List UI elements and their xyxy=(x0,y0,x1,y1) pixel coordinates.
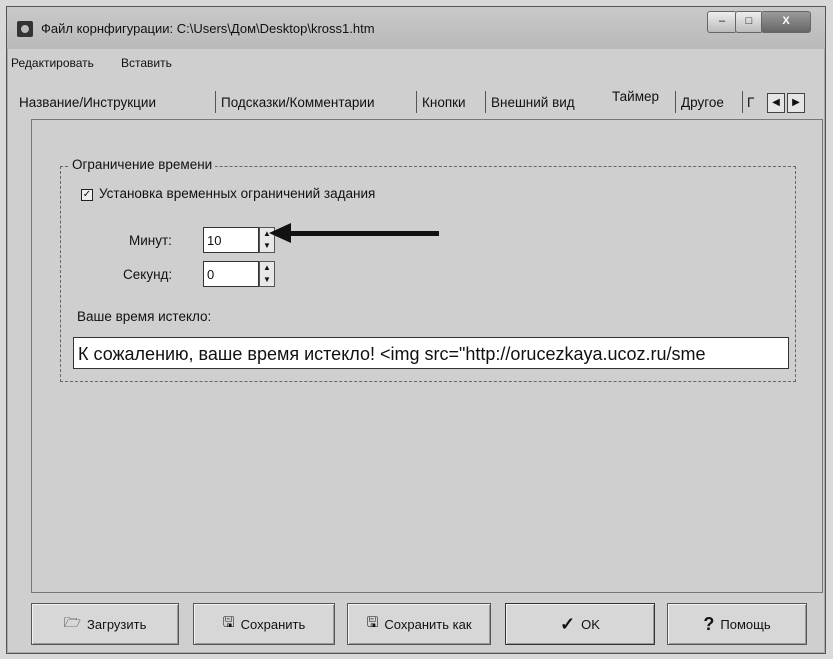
tab-divider xyxy=(675,91,676,113)
group-title: Ограничение времени xyxy=(69,157,216,172)
pointer-arrow-shaft xyxy=(287,231,439,236)
checkmark-icon: ✓ xyxy=(560,613,576,634)
menu-edit[interactable]: Редактировать xyxy=(11,56,94,70)
tab-scroll-right-icon[interactable]: ▶ xyxy=(787,93,805,113)
time-limit-checkbox-label: Установка временных ограничений задания xyxy=(99,186,376,201)
ok-button[interactable]: ✓ OK xyxy=(505,603,655,645)
maximize-button[interactable]: □ xyxy=(735,11,763,33)
minutes-label: Минут: xyxy=(129,233,172,248)
close-button[interactable]: X xyxy=(761,11,811,33)
expired-message-input[interactable]: К сожалению, ваше время истекло! <img sr… xyxy=(73,337,789,369)
ok-button-label: OK xyxy=(581,616,600,632)
tab-divider xyxy=(485,91,486,113)
expired-label: Ваше время истекло: xyxy=(77,309,212,324)
seconds-label: Секунд: xyxy=(123,267,173,282)
folder-open-icon: 🗁 xyxy=(63,614,81,630)
save-as-button[interactable]: 🖫 Сохранить как xyxy=(347,603,491,645)
window-title: Файл корнфигурации: C:\Users\Дом\Desktop… xyxy=(41,21,375,36)
app-icon xyxy=(17,21,33,37)
tab-title-instructions[interactable]: Название/Инструкции xyxy=(17,95,158,110)
tab-divider xyxy=(215,91,216,113)
config-window: Файл корнфигурации: C:\Users\Дом\Desktop… xyxy=(6,6,826,654)
help-button[interactable]: ? Помощь xyxy=(667,603,807,645)
tab-scroll-left-icon[interactable]: ◀ xyxy=(767,93,785,113)
seconds-spinner[interactable]: ▲ ▼ xyxy=(259,261,275,287)
tab-partial[interactable]: Г xyxy=(745,95,756,110)
question-icon: ? xyxy=(703,613,715,634)
load-button[interactable]: 🗁 Загрузить xyxy=(31,603,179,645)
time-limit-checkbox[interactable]: ✓ xyxy=(81,189,93,201)
save-button[interactable]: 🖫 Сохранить xyxy=(193,603,335,645)
menu-bar: Редактировать Вставить xyxy=(7,51,825,73)
tab-bar: Название/Инструкции Подсказки/Комментари… xyxy=(7,87,825,117)
seconds-input[interactable]: 0 xyxy=(203,261,259,287)
tab-buttons[interactable]: Кнопки xyxy=(420,95,468,110)
tab-divider xyxy=(742,91,743,113)
minutes-input[interactable]: 10 xyxy=(203,227,259,253)
minimize-button[interactable]: – xyxy=(707,11,737,33)
tab-timer[interactable]: Таймер xyxy=(610,89,661,104)
load-button-label: Загрузить xyxy=(87,616,147,632)
tab-divider xyxy=(416,91,417,113)
floppy-icon: 🖫 xyxy=(222,614,235,630)
timer-panel: Ограничение времени ✓ Установка временны… xyxy=(31,119,823,593)
save-as-button-label: Сохранить как xyxy=(384,616,472,632)
tab-hints-comments[interactable]: Подсказки/Комментарии xyxy=(219,95,377,110)
floppy-multiple-icon: 🖫 xyxy=(366,614,379,630)
save-button-label: Сохранить xyxy=(240,616,306,632)
time-limit-group: Ограничение времени ✓ Установка временны… xyxy=(60,157,796,382)
title-bar: Файл корнфигурации: C:\Users\Дом\Desktop… xyxy=(7,7,825,49)
menu-insert[interactable]: Вставить xyxy=(121,56,172,70)
tab-appearance[interactable]: Внешний вид xyxy=(489,95,577,110)
help-button-label: Помощь xyxy=(720,616,771,632)
tab-other[interactable]: Другое xyxy=(679,95,726,110)
